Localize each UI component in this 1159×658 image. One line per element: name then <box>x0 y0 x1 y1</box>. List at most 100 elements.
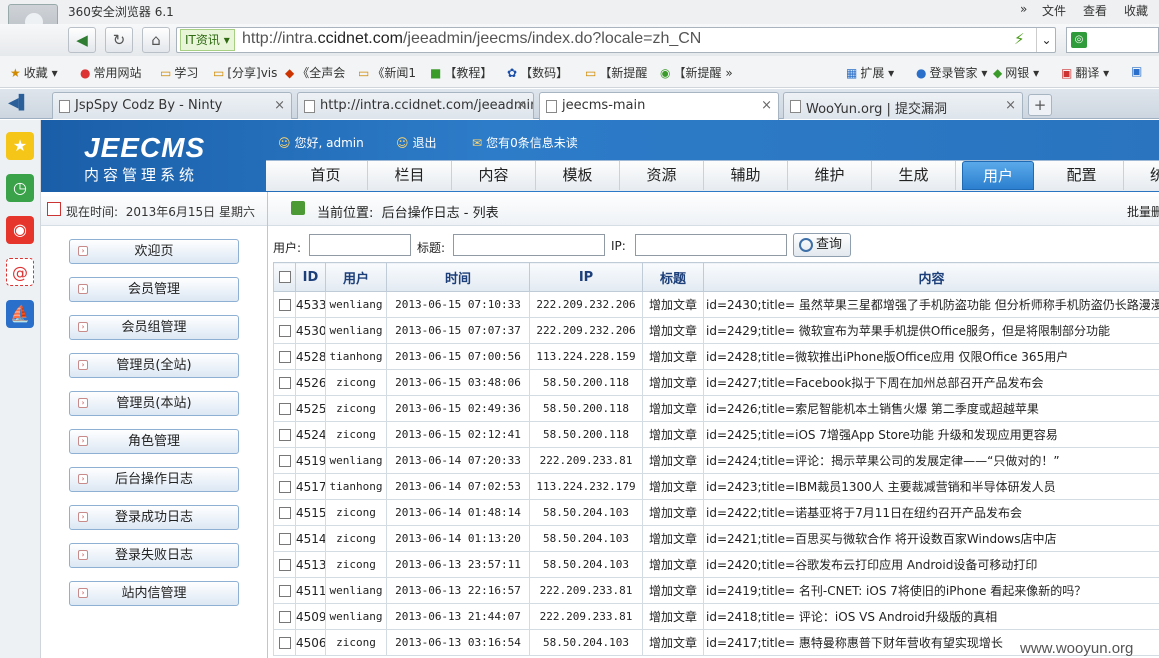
row-checkbox[interactable] <box>278 507 291 519</box>
refresh-button[interactable]: ↻ <box>105 27 133 53</box>
menu-operation-log[interactable]: › 后台操作日志 <box>69 467 239 492</box>
speed-mode-icon[interactable]: ⚡ <box>1014 30 1025 48</box>
search-engine-icon[interactable]: ◎ <box>1071 32 1087 48</box>
menu-member-manage[interactable]: › 会员管理 <box>69 277 239 302</box>
row-checkbox[interactable] <box>278 481 291 493</box>
bookmark-news[interactable]: ▭ 《新闻1 <box>358 64 416 81</box>
sidebar-toggle-icon[interactable]: ◀▌ <box>8 95 30 111</box>
tab-ccidnet[interactable]: http://intra.ccidnet.com/jeeadmin × <box>297 92 534 119</box>
tab-jspspy[interactable]: JspSpy Codz By - Ninty × <box>52 92 292 119</box>
row-checkbox[interactable] <box>278 351 291 363</box>
online-banking-button[interactable]: ◆ 网银 ▾ <box>993 64 1039 81</box>
menu-login-failure-log[interactable]: › 登录失败日志 <box>69 543 239 568</box>
row-select-cell[interactable] <box>273 603 296 630</box>
ip-filter-input[interactable] <box>635 234 787 256</box>
new-tab-button[interactable]: + <box>1028 94 1052 116</box>
nav-assist[interactable]: 辅助 <box>704 161 788 190</box>
row-select-cell[interactable] <box>273 369 296 396</box>
nav-channel[interactable]: 栏目 <box>368 161 452 190</box>
tab-wooyun[interactable]: WooYun.org | 提交漏洞 × <box>783 92 1023 119</box>
nav-template[interactable]: 模板 <box>536 161 620 190</box>
tab-jeecms-main[interactable]: jeecms-main × <box>539 92 779 120</box>
nav-maintain[interactable]: 维护 <box>788 161 872 190</box>
url-text[interactable]: http://intra.ccidnet.com/jeeadmin/jeecms… <box>242 30 701 48</box>
title-filter-input[interactable] <box>453 234 605 256</box>
row-checkbox[interactable] <box>278 403 291 415</box>
nav-home[interactable]: 首页 <box>284 161 368 190</box>
close-icon[interactable]: × <box>274 98 285 113</box>
bookmark-reminder-1[interactable]: ▭ 【新提醒 <box>585 64 647 81</box>
row-checkbox[interactable] <box>278 559 291 571</box>
row-checkbox[interactable] <box>278 533 291 545</box>
row-select-cell[interactable] <box>273 525 296 552</box>
nav-content[interactable]: 内容 <box>452 161 536 190</box>
user-filter-input[interactable] <box>309 234 411 256</box>
menu-view[interactable]: 查看 <box>1083 2 1107 19</box>
address-dropdown-icon[interactable]: ⌄ <box>1036 28 1056 52</box>
bookmark-meeting[interactable]: ◆ 《全声会 <box>285 64 345 81</box>
row-select-cell[interactable] <box>273 447 296 474</box>
toolbar-extra-icon[interactable]: ▣ <box>1131 64 1145 78</box>
nav-resource[interactable]: 资源 <box>620 161 704 190</box>
menu-site-messages[interactable]: › 站内信管理 <box>69 581 239 606</box>
extensions-button[interactable]: ▦ 扩展 ▾ <box>846 64 894 81</box>
header-ip[interactable]: IP <box>529 262 643 292</box>
bookmark-common-sites[interactable]: ● 常用网站 <box>80 64 142 81</box>
header-user[interactable]: 用户 <box>325 262 387 292</box>
nav-stats[interactable]: 统 <box>1124 161 1159 190</box>
row-checkbox[interactable] <box>278 325 291 337</box>
menu-expand-icon[interactable]: » <box>1020 2 1027 16</box>
header-title[interactable]: 标题 <box>642 262 704 292</box>
back-button[interactable]: ◀ <box>68 27 96 53</box>
close-icon[interactable]: × <box>1005 98 1016 113</box>
mail-icon[interactable]: @ <box>6 258 34 286</box>
url-category-tag[interactable]: IT资讯 ▾ <box>180 29 235 51</box>
select-all-checkbox[interactable] <box>278 271 291 283</box>
bookmark-tutorial[interactable]: ■ 【教程】 <box>430 64 492 81</box>
login-manager-button[interactable]: ● 登录管家 ▾ <box>916 64 987 81</box>
clock-icon[interactable]: ◷ <box>6 174 34 202</box>
row-select-cell[interactable] <box>273 421 296 448</box>
header-id[interactable]: ID <box>295 262 326 292</box>
menu-file[interactable]: 文件 <box>1042 2 1066 19</box>
row-checkbox[interactable] <box>278 585 291 597</box>
home-button[interactable]: ⌂ <box>142 27 170 53</box>
row-checkbox[interactable] <box>278 377 291 389</box>
menu-favorites[interactable]: 收藏 <box>1124 2 1148 19</box>
search-input[interactable]: ◎ <box>1066 27 1159 53</box>
row-select-cell[interactable] <box>273 629 296 656</box>
menu-member-group[interactable]: › 会员组管理 <box>69 315 239 340</box>
row-select-cell[interactable] <box>273 499 296 526</box>
row-select-cell[interactable] <box>273 473 296 500</box>
bookmark-study[interactable]: ▭ 学习 <box>160 64 198 81</box>
row-select-cell[interactable] <box>273 551 296 578</box>
row-checkbox[interactable] <box>278 455 291 467</box>
nav-user[interactable]: 用户 <box>962 161 1034 190</box>
star-icon[interactable]: ★ <box>6 132 34 160</box>
row-checkbox[interactable] <box>278 299 291 311</box>
row-checkbox[interactable] <box>278 611 291 623</box>
row-checkbox[interactable] <box>278 637 291 649</box>
row-select-cell[interactable] <box>273 291 296 318</box>
weibo-icon[interactable]: ◉ <box>6 216 34 244</box>
select-all-header[interactable] <box>273 262 296 292</box>
row-checkbox[interactable] <box>278 429 291 441</box>
header-content[interactable]: 内容 <box>703 262 1159 292</box>
close-icon[interactable]: × <box>761 98 772 113</box>
row-select-cell[interactable] <box>273 343 296 370</box>
row-select-cell[interactable] <box>273 577 296 604</box>
row-select-cell[interactable] <box>273 395 296 422</box>
query-button[interactable]: 查询 <box>793 233 851 257</box>
app-icon[interactable]: ⛵ <box>6 300 34 328</box>
nav-config[interactable]: 配置 <box>1040 161 1124 190</box>
menu-admin-global[interactable]: › 管理员(全站) <box>69 353 239 378</box>
messages-link[interactable]: ✉ 您有0条信息未读 <box>472 134 578 151</box>
bookmark-share[interactable]: ▭ [分享]vis <box>213 64 277 81</box>
row-select-cell[interactable] <box>273 317 296 344</box>
bookmark-digital[interactable]: ✿ 【数码】 <box>507 64 568 81</box>
translate-button[interactable]: ▣ 翻译 ▾ <box>1061 64 1109 81</box>
nav-generate[interactable]: 生成 <box>872 161 956 190</box>
menu-admin-site[interactable]: › 管理员(本站) <box>69 391 239 416</box>
close-icon[interactable]: × <box>516 98 527 113</box>
menu-login-success-log[interactable]: › 登录成功日志 <box>69 505 239 530</box>
